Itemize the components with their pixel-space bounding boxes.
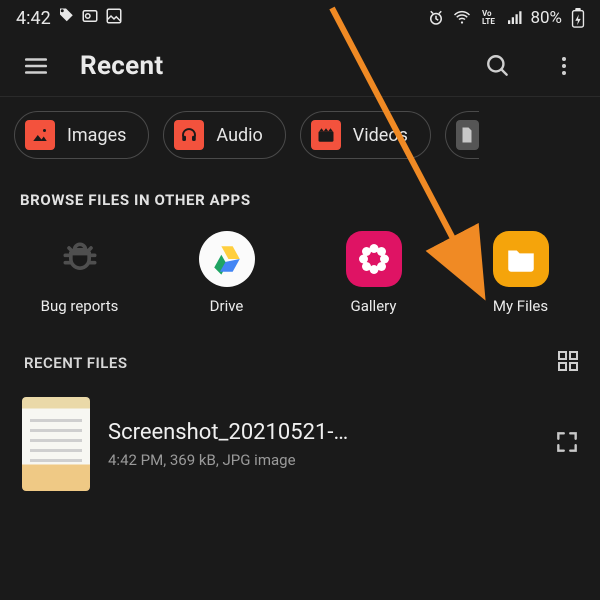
image-notif-icon [105,7,123,30]
recent-files-header: RECENT FILES [0,331,600,387]
fullscreen-icon [554,429,580,455]
chip-label: Images [67,125,126,146]
status-left: 4:42 [16,7,123,30]
chip-documents[interactable] [445,111,479,159]
image-icon [25,120,55,150]
grid-icon [556,349,580,373]
filter-chip-row[interactable]: Images Audio Videos [0,96,600,171]
flower-icon [346,231,402,287]
section-browse-apps-label: BROWSE FILES IN OTHER APPS [0,171,600,217]
bug-icon [52,231,108,287]
outlook-icon [81,7,99,30]
more-vert-icon [552,54,576,78]
app-gallery[interactable]: Gallery [300,231,447,315]
chip-audio[interactable]: Audio [163,111,285,159]
status-time: 4:42 [16,8,51,29]
chip-label: Audio [216,125,262,146]
file-subtitle: 4:42 PM, 369 kB, JPG image [108,451,536,469]
signal-icon [504,8,524,28]
fullscreen-button[interactable] [554,429,580,459]
google-drive-icon [199,231,255,287]
volte-icon: VoLTE [478,8,498,28]
chip-images[interactable]: Images [14,111,149,159]
app-label: Drive [210,297,244,315]
status-right: VoLTE 80% [426,8,588,28]
app-bar: Recent [0,36,600,96]
search-button[interactable] [476,44,520,88]
wifi-icon [452,8,472,28]
alarm-icon [426,8,446,28]
app-my-files[interactable]: My Files [447,231,594,315]
hamburger-menu-button[interactable] [14,44,58,88]
film-icon [311,120,341,150]
file-thumbnail [22,397,90,491]
app-drive[interactable]: Drive [153,231,300,315]
file-meta: Screenshot_20210521-… 4:42 PM, 369 kB, J… [108,420,536,469]
chip-videos[interactable]: Videos [300,111,431,159]
headphones-icon [174,120,204,150]
battery-level: 80% [530,8,562,28]
battery-charging-icon [568,8,588,28]
folder-icon [493,231,549,287]
chip-label: Videos [353,125,408,146]
menu-icon [23,53,49,79]
document-icon [456,120,479,150]
file-item[interactable]: Screenshot_20210521-… 4:42 PM, 369 kB, J… [0,387,600,491]
section-recent-files-label: RECENT FILES [24,354,128,372]
app-bug-reports[interactable]: Bug reports [6,231,153,315]
app-label: Bug reports [41,297,119,315]
app-grid: Bug reports Drive Gallery My Files [0,217,600,331]
view-toggle-button[interactable] [556,349,580,377]
status-bar: 4:42 VoLTE 80% [0,0,600,36]
app-label: Gallery [351,297,397,315]
overflow-menu-button[interactable] [542,44,586,88]
page-title: Recent [80,51,454,81]
app-label: My Files [493,297,548,315]
file-name: Screenshot_20210521-… [108,420,536,445]
tag-icon [57,7,75,30]
search-icon [485,53,511,79]
